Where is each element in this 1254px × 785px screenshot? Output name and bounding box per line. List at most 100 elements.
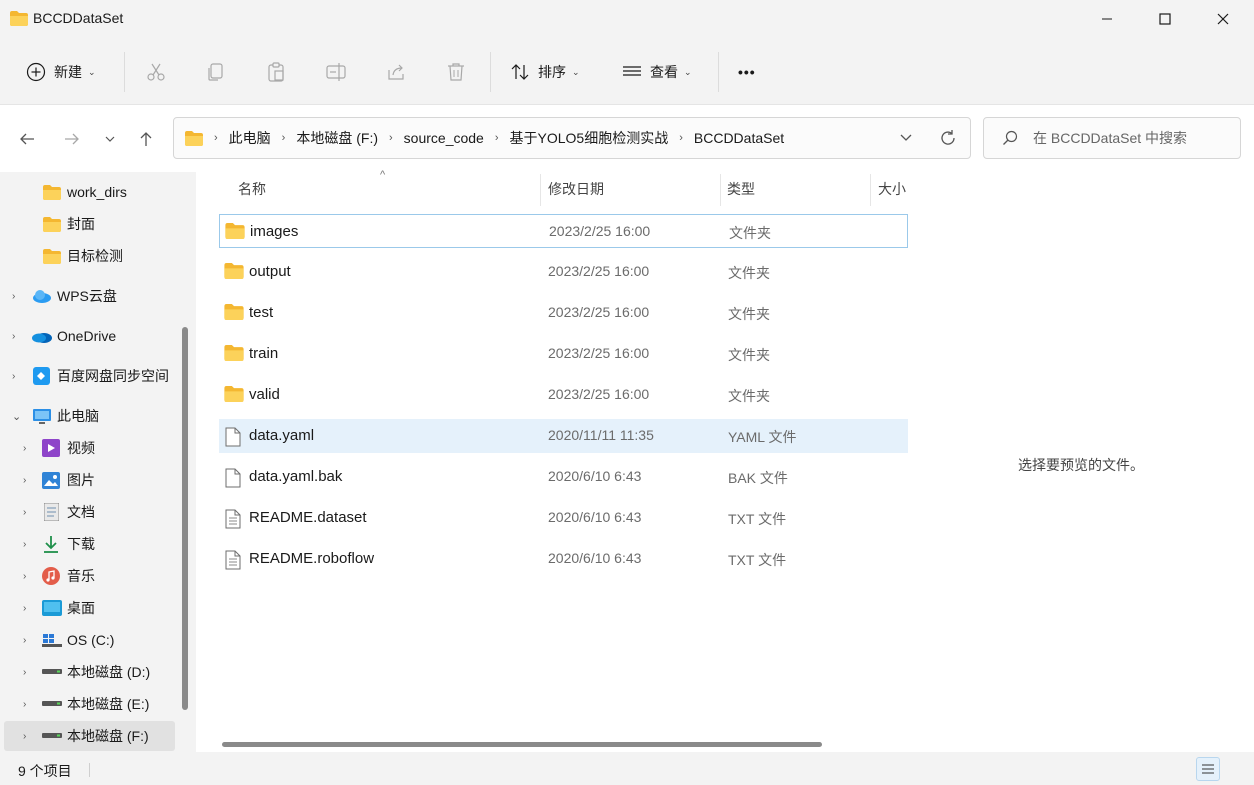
column-header-name[interactable]: 名称 <box>238 172 266 206</box>
chevron-right-icon[interactable]: › <box>23 603 26 614</box>
chevron-down-icon[interactable]: ⌄ <box>12 410 21 423</box>
chevron-right-icon[interactable]: › <box>12 291 15 302</box>
chevron-right-icon[interactable]: › <box>23 699 26 710</box>
sidebar-item-object-detection[interactable]: 目标检测 <box>0 241 175 271</box>
table-row[interactable]: data.yaml 2020/11/11 11:35 YAML 文件 <box>219 419 908 453</box>
paste-button[interactable] <box>266 52 286 92</box>
column-header-size[interactable]: 大小 <box>878 172 906 206</box>
breadcrumb-source-code[interactable]: source_code <box>404 130 484 146</box>
table-row[interactable]: output 2023/2/25 16:00 文件夹 <box>219 255 908 289</box>
maximize-button[interactable] <box>1136 0 1194 38</box>
details-view-button[interactable] <box>1196 757 1220 781</box>
sort-button[interactable]: 排序 ⌄ <box>510 52 580 92</box>
table-row[interactable]: data.yaml.bak 2020/6/10 6:43 BAK 文件 <box>219 460 908 494</box>
chevron-right-icon[interactable]: › <box>23 443 26 454</box>
sidebar-item-wps-cloud[interactable]: › WPS云盘 <box>0 281 175 311</box>
search-placeholder: 在 BCCDDataSet 中搜索 <box>1033 130 1188 146</box>
chevron-right-icon[interactable]: › <box>23 635 26 646</box>
chevron-down-icon: ⌄ <box>572 66 580 77</box>
sidebar-item-cover[interactable]: 封面 <box>0 209 175 239</box>
copy-icon <box>208 63 223 81</box>
new-label: 新建 <box>54 64 82 80</box>
horizontal-scrollbar[interactable] <box>222 742 822 747</box>
file-date: 2020/6/10 6:43 <box>548 468 642 484</box>
file-type: 文件夹 <box>728 388 770 404</box>
video-icon <box>42 439 60 457</box>
breadcrumb-current[interactable]: BCCDDataSet <box>694 130 784 146</box>
table-row[interactable]: images 2023/2/25 16:00 文件夹 <box>219 214 908 248</box>
more-options-button[interactable]: ••• <box>738 52 756 92</box>
close-button[interactable] <box>1194 0 1252 38</box>
recent-locations-button[interactable] <box>96 125 124 153</box>
file-icon <box>224 427 242 450</box>
search-input[interactable]: 在 BCCDDataSet 中搜索 <box>983 117 1241 159</box>
sidebar-item-label: 音乐 <box>67 568 95 584</box>
sidebar-item-onedrive[interactable]: › OneDrive <box>0 321 175 351</box>
table-row[interactable]: README.dataset 2020/6/10 6:43 TXT 文件 <box>219 501 908 535</box>
breadcrumb-drive-f[interactable]: 本地磁盘 (F:) <box>296 128 378 148</box>
cut-button[interactable] <box>146 52 166 92</box>
column-header-date[interactable]: 修改日期 <box>548 172 604 206</box>
sidebar-item-drive-c[interactable]: › OS (C:) <box>0 625 175 655</box>
up-button[interactable] <box>132 125 160 153</box>
chevron-right-icon[interactable]: › <box>23 475 26 486</box>
back-button[interactable] <box>13 125 41 153</box>
forward-button[interactable] <box>58 125 86 153</box>
sidebar-item-desktop[interactable]: › 桌面 <box>0 593 175 623</box>
sidebar-item-this-pc[interactable]: ⌄ 此电脑 <box>0 401 175 431</box>
column-header-type[interactable]: 类型 <box>727 172 755 206</box>
chevron-right-icon[interactable]: › <box>12 331 15 342</box>
minimize-button[interactable] <box>1078 0 1136 38</box>
toolbar-divider <box>490 52 491 92</box>
address-bar[interactable]: › 此电脑 › 本地磁盘 (F:) › source_code › 基于YOLO… <box>173 117 971 159</box>
file-type: 文件夹 <box>728 306 770 322</box>
column-divider[interactable] <box>720 174 721 206</box>
sidebar-item-label: 视频 <box>67 440 95 456</box>
sidebar-item-pictures[interactable]: › 图片 <box>0 465 175 495</box>
breadcrumb-yolo5[interactable]: 基于YOLO5细胞检测实战 <box>510 128 669 148</box>
pictures-icon <box>42 471 60 489</box>
breadcrumb-this-pc[interactable]: 此电脑 <box>229 128 271 148</box>
file-date: 2023/2/25 16:00 <box>548 304 650 320</box>
chevron-right-icon[interactable]: › <box>23 731 26 742</box>
sidebar-item-music[interactable]: › 音乐 <box>0 561 175 591</box>
table-row[interactable]: test 2023/2/25 16:00 文件夹 <box>219 296 908 330</box>
chevron-right-icon[interactable]: › <box>23 507 26 518</box>
window-title: BCCDDataSet <box>33 10 124 26</box>
copy-button[interactable] <box>206 52 226 92</box>
file-type: YAML 文件 <box>728 429 797 445</box>
delete-button[interactable] <box>446 52 466 92</box>
table-row[interactable]: train 2023/2/25 16:00 文件夹 <box>219 337 908 371</box>
address-history-button[interactable] <box>899 131 913 145</box>
folder-icon <box>43 216 61 232</box>
maximize-icon <box>1159 13 1171 25</box>
chevron-right-icon[interactable]: › <box>12 371 15 382</box>
sidebar-item-documents[interactable]: › 文档 <box>0 497 175 527</box>
new-button[interactable]: 新建 ⌄ <box>26 52 96 92</box>
rename-button[interactable] <box>326 52 348 92</box>
sidebar-item-downloads[interactable]: › 下载 <box>0 529 175 559</box>
chevron-right-icon[interactable]: › <box>23 667 26 678</box>
sidebar-item-drive-f[interactable]: › 本地磁盘 (F:) <box>4 721 175 751</box>
share-button[interactable] <box>386 52 406 92</box>
sidebar-item-drive-d[interactable]: › 本地磁盘 (D:) <box>0 657 175 687</box>
chevron-right-icon[interactable]: › <box>23 539 26 550</box>
sidebar-item-label: OS (C:) <box>67 632 115 648</box>
column-divider[interactable] <box>540 174 541 206</box>
view-button[interactable]: 查看 ⌄ <box>622 52 692 92</box>
sidebar-item-baidu-netdisk[interactable]: › 百度网盘同步空间 <box>0 361 175 391</box>
sidebar-item-drive-e[interactable]: › 本地磁盘 (E:) <box>0 689 175 719</box>
chevron-right-icon[interactable]: › <box>23 571 26 582</box>
table-row[interactable]: valid 2023/2/25 16:00 文件夹 <box>219 378 908 412</box>
sidebar-scrollbar[interactable] <box>182 327 188 710</box>
sidebar-item-work-dirs[interactable]: work_dirs <box>0 177 175 207</box>
table-row[interactable]: README.roboflow 2020/6/10 6:43 TXT 文件 <box>219 542 908 576</box>
share-icon <box>388 64 404 80</box>
file-date: 2020/6/10 6:43 <box>548 509 642 525</box>
folder-icon <box>185 130 203 146</box>
column-divider[interactable] <box>870 174 871 206</box>
command-bar: 新建 ⌄ 排序 ⌄ 查看 ⌄ ••• <box>0 38 1254 105</box>
arrow-left-icon <box>20 133 34 145</box>
sidebar-item-videos[interactable]: › 视频 <box>0 433 175 463</box>
refresh-button[interactable] <box>939 129 957 147</box>
